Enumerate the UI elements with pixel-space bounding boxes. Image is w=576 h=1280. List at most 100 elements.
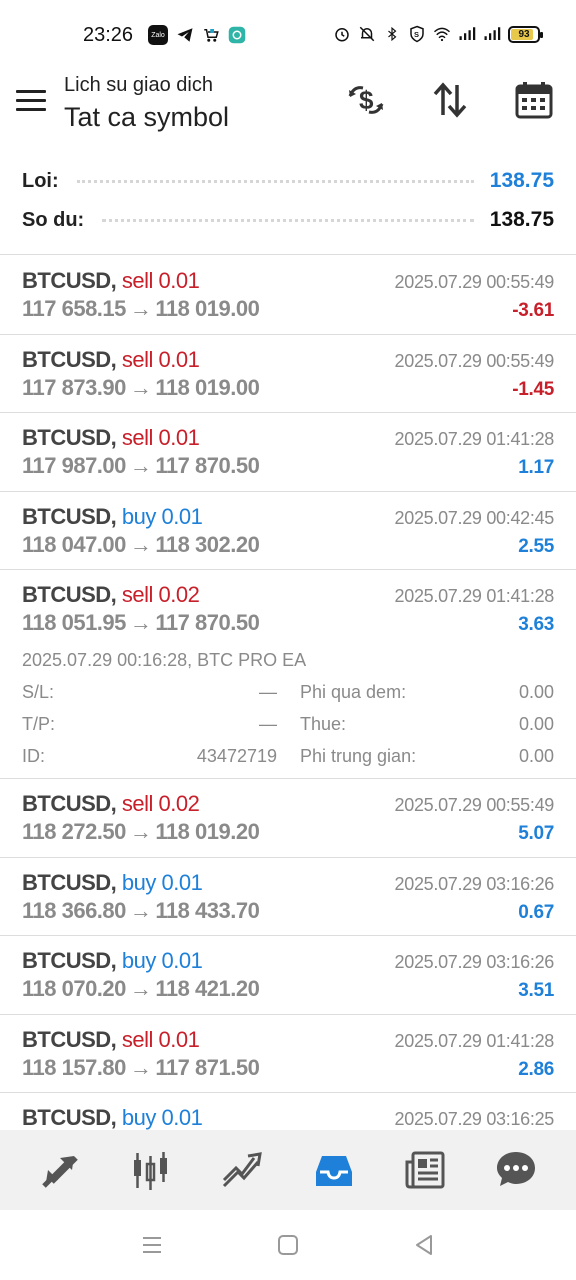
close-price: 118 019.20 <box>155 819 260 844</box>
history-icon[interactable] <box>304 1142 364 1198</box>
app-icon <box>228 25 246 45</box>
close-price: 117 871.50 <box>155 1054 260 1080</box>
close-price: 117 870.50 <box>155 610 260 635</box>
svg-text:$: $ <box>359 85 374 115</box>
profit-row: Loi: 138.75 <box>22 166 554 196</box>
trade-time: 2025.07.29 03:16:26 <box>394 873 555 894</box>
home-icon[interactable] <box>275 1232 301 1258</box>
trade-row[interactable]: BTCUSD, sell 0.01 2025.07.29 01:41:28 11… <box>0 1015 576 1093</box>
shop-icon <box>202 25 220 45</box>
open-price: 118 047.00 <box>22 531 126 557</box>
bottom-navigation <box>0 1130 576 1210</box>
dotted-leader <box>76 179 474 183</box>
battery-icon: 93 <box>508 25 543 43</box>
trade-symbol: BTCUSD, buy 0.01 <box>22 869 203 895</box>
trade-row[interactable]: BTCUSD, sell 0.02 2025.07.29 01:41:28 11… <box>0 570 576 779</box>
chat-icon[interactable] <box>486 1142 546 1198</box>
trade-symbol: BTCUSD, buy 0.01 <box>22 503 203 529</box>
quotes-icon[interactable] <box>30 1142 90 1198</box>
close-price: 118 302.20 <box>155 531 260 557</box>
arrow-icon: → <box>129 610 152 635</box>
arrow-icon: → <box>129 453 152 478</box>
trade-icon[interactable] <box>212 1142 272 1198</box>
menu-icon[interactable] <box>16 90 48 116</box>
open-price: 118 070.20 <box>22 976 126 1001</box>
trade-profit: 2.86 <box>518 1058 554 1080</box>
trade-row[interactable]: BTCUSD, buy 0.01 2025.07.29 00:42:45 118… <box>0 492 576 570</box>
trade-prices: 117 987.00 → 117 870.50 <box>22 453 260 479</box>
trade-symbol: BTCUSD, sell 0.01 <box>22 346 200 372</box>
trade-row[interactable]: BTCUSD, buy 0.01 2025.07.29 03:16:26 118… <box>0 858 576 936</box>
system-navigation <box>0 1210 576 1280</box>
trade-symbol: BTCUSD, sell 0.01 <box>22 1026 200 1052</box>
trade-time: 2025.07.29 01:41:28 <box>394 586 555 606</box>
detail-row: S/L: — Phi qua dem: 0.00 <box>22 682 554 708</box>
balance-value: 138.75 <box>489 208 554 231</box>
trade-side: sell 0.01 <box>121 425 200 450</box>
trade-symbol: BTCUSD, sell 0.02 <box>22 582 200 607</box>
trade-side: sell 0.01 <box>121 346 200 372</box>
open-price: 118 051.95 <box>22 610 126 635</box>
trade-side: sell 0.01 <box>121 1026 200 1052</box>
trade-row[interactable]: BTCUSD, sell 0.02 2025.07.29 00:55:49 11… <box>0 779 576 858</box>
open-price: 118 272.50 <box>22 819 126 844</box>
close-price: 118 433.70 <box>155 897 260 923</box>
signal-icon-2 <box>483 24 501 44</box>
telegram-icon <box>176 25 194 45</box>
arrow-icon: → <box>129 374 152 400</box>
trade-prices: 118 051.95 → 117 870.50 <box>22 610 260 636</box>
back-icon[interactable] <box>411 1232 437 1258</box>
trade-prices: 118 366.80 → 118 433.70 <box>22 897 260 924</box>
balance-row: So du: 138.75 <box>22 205 554 235</box>
recent-apps-icon[interactable] <box>139 1232 165 1258</box>
notification-icons: Zalo <box>148 25 246 45</box>
id-value: 43472719 <box>196 746 277 766</box>
balance-label: So du: <box>22 208 85 231</box>
currency-exchange-icon[interactable]: $ <box>346 80 386 120</box>
trade-side: buy 0.01 <box>121 869 203 895</box>
trade-side: sell 0.02 <box>121 582 200 607</box>
trade-prices: 118 047.00 → 118 302.20 <box>22 531 260 558</box>
trade-symbol: BTCUSD, sell 0.01 <box>22 268 200 293</box>
swap-value: 0.00 <box>518 682 554 702</box>
commission-label: Phi trung gian: <box>300 746 417 766</box>
trade-profit: 2.55 <box>518 535 554 557</box>
commission-value: 0.00 <box>518 746 554 766</box>
bluetooth-icon <box>383 24 401 44</box>
wifi-icon <box>433 24 451 44</box>
detail-row: T/P: — Thue: 0.00 <box>22 714 554 740</box>
detail-row: ID: 43472719 Phi trung gian: 0.00 <box>22 746 554 772</box>
close-price: 118 421.20 <box>155 976 260 1001</box>
trade-time: 2025.07.29 03:16:25 <box>394 1109 555 1129</box>
trade-row[interactable]: BTCUSD, buy 0.01 2025.07.29 03:16:26 118… <box>0 936 576 1015</box>
clock: 23:26 <box>83 24 134 46</box>
trade-prices: 117 873.90 → 118 019.00 <box>22 374 260 401</box>
news-icon[interactable] <box>395 1142 455 1198</box>
trade-symbol: BTCUSD, buy 0.01 <box>22 948 203 973</box>
vpn-icon: S <box>408 24 426 44</box>
trade-profit: -3.61 <box>512 300 554 321</box>
calendar-icon[interactable] <box>514 80 554 120</box>
sort-icon[interactable] <box>430 80 470 120</box>
open-price: 117 658.15 <box>22 296 126 321</box>
trade-row[interactable]: BTCUSD, sell 0.01 2025.07.29 00:55:49 11… <box>0 256 576 335</box>
id-label: ID: <box>22 746 46 766</box>
close-price: 118 019.00 <box>155 296 260 321</box>
trade-row[interactable]: BTCUSD, sell 0.01 2025.07.29 00:55:49 11… <box>0 335 576 413</box>
dotted-leader <box>102 218 474 222</box>
trade-row[interactable]: BTCUSD, buy 0.01 2025.07.29 03:16:25 <box>0 1093 576 1130</box>
svg-text:S: S <box>414 30 419 39</box>
trade-prices: 118 070.20 → 118 421.20 <box>22 976 260 1002</box>
arrow-icon: → <box>129 296 152 321</box>
trade-profit: 0.67 <box>518 901 554 923</box>
chart-icon[interactable] <box>121 1142 181 1198</box>
arrow-icon: → <box>129 1054 152 1080</box>
tp-value: — <box>259 714 277 734</box>
trade-row[interactable]: BTCUSD, sell 0.01 2025.07.29 01:41:28 11… <box>0 413 576 492</box>
trade-profit: 3.51 <box>518 980 554 1001</box>
trade-comment: 2025.07.29 00:16:28, BTC PRO EA <box>22 650 307 670</box>
tp-label: T/P: <box>22 714 56 734</box>
symbol-filter[interactable]: Tat ca symbol <box>64 102 229 133</box>
mute-icon <box>358 24 376 44</box>
trade-time: 2025.07.29 00:55:49 <box>394 272 555 292</box>
